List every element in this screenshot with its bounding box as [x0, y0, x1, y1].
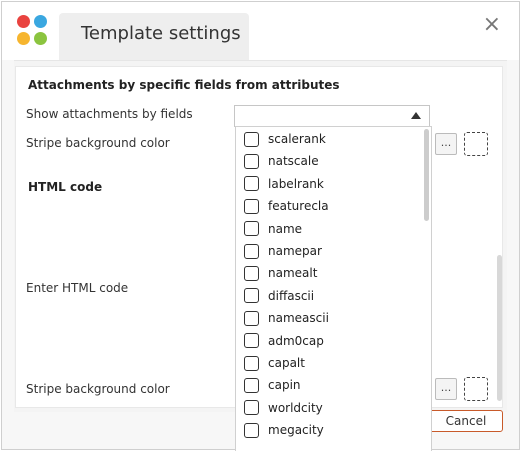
dropdown-option-label: namepar: [268, 244, 322, 258]
tab-title: Template settings: [81, 23, 241, 44]
checkbox[interactable]: [244, 310, 259, 326]
dropdown-option-label: adm0cap: [268, 333, 324, 348]
dropdown-option[interactable]: name: [244, 219, 302, 239]
checkbox[interactable]: [244, 422, 259, 438]
dropdown-scrollbar[interactable]: [424, 129, 429, 221]
dropdown-option-label: worldcity: [268, 400, 323, 415]
dropdown-option[interactable]: namealt: [244, 263, 317, 283]
checkbox[interactable]: [244, 176, 259, 192]
color-picker-button-1[interactable]: ...: [435, 133, 457, 155]
checkbox[interactable]: [244, 131, 259, 147]
attachments-section-title: Attachments by specific fields from attr…: [28, 78, 340, 92]
dropdown-option[interactable]: nameascii: [244, 308, 329, 328]
dropdown-option-label: scalerank: [268, 132, 326, 146]
dropdown-option-label: capalt: [268, 356, 305, 370]
template-settings-dialog: Template settings × Attachments by speci…: [1, 1, 520, 451]
dropdown-option-label: labelrank: [268, 176, 324, 191]
fields-dropdown-list: scalerank natscale labelrank featurecla name…: [235, 126, 432, 451]
cancel-button[interactable]: Cancel: [429, 410, 503, 432]
close-icon[interactable]: ×: [483, 12, 501, 37]
html-code-section-title: HTML code: [28, 180, 103, 194]
dropdown-option[interactable]: namepar: [244, 241, 322, 261]
dropdown-option[interactable]: capalt: [244, 353, 305, 373]
checkbox[interactable]: [244, 153, 259, 169]
checkbox[interactable]: [244, 243, 259, 259]
checkbox[interactable]: [244, 265, 259, 281]
dropdown-option-label: featurecla: [268, 199, 329, 214]
dropdown-option[interactable]: diffascii: [244, 286, 314, 306]
checkbox[interactable]: [244, 377, 259, 393]
checkbox[interactable]: [244, 288, 259, 304]
color-swatch-1[interactable]: [464, 132, 488, 156]
dropdown-option-label: namealt: [268, 266, 318, 281]
stripe-bg-label-2: Stripe background color: [26, 382, 170, 396]
show-attachments-label: Show attachments by fields: [26, 107, 193, 121]
app-logo-icon: [17, 15, 51, 49]
checkbox[interactable]: [244, 355, 259, 371]
dropdown-option-label: capin: [268, 378, 301, 393]
dropdown-option[interactable]: worldcity: [244, 398, 323, 418]
dropdown-option-label: nameascii: [268, 311, 329, 326]
dropdown-option[interactable]: labelrank: [244, 174, 324, 194]
dropdown-option[interactable]: megacity: [244, 420, 324, 440]
color-swatch-2[interactable]: [464, 377, 488, 401]
dropdown-option[interactable]: capin: [244, 375, 301, 395]
enter-html-label: Enter HTML code: [26, 281, 129, 295]
dropdown-option-label: natscale: [268, 154, 319, 169]
dropdown-option-label: name: [268, 221, 303, 236]
dropdown-option[interactable]: natscale: [244, 151, 319, 171]
dropdown-option-label: diffascii: [268, 288, 315, 303]
checkbox[interactable]: [244, 400, 259, 416]
checkbox[interactable]: [244, 198, 259, 214]
color-picker-button-2[interactable]: ...: [435, 378, 457, 400]
dropdown-option-label: megacity: [268, 423, 324, 438]
dropdown-option[interactable]: scalerank: [244, 129, 326, 149]
stripe-bg-label-1: Stripe background color: [26, 136, 170, 150]
html-editor-scrollbar[interactable]: [497, 255, 502, 401]
checkbox[interactable]: [244, 333, 259, 349]
show-attachments-select[interactable]: [234, 105, 430, 127]
dropdown-option[interactable]: featurecla: [244, 196, 329, 216]
chevron-up-icon: [411, 112, 421, 119]
dropdown-option[interactable]: adm0cap: [244, 331, 324, 351]
tab-template-settings[interactable]: Template settings: [59, 13, 249, 60]
checkbox[interactable]: [244, 221, 259, 237]
dialog-header: Template settings ×: [2, 2, 519, 60]
